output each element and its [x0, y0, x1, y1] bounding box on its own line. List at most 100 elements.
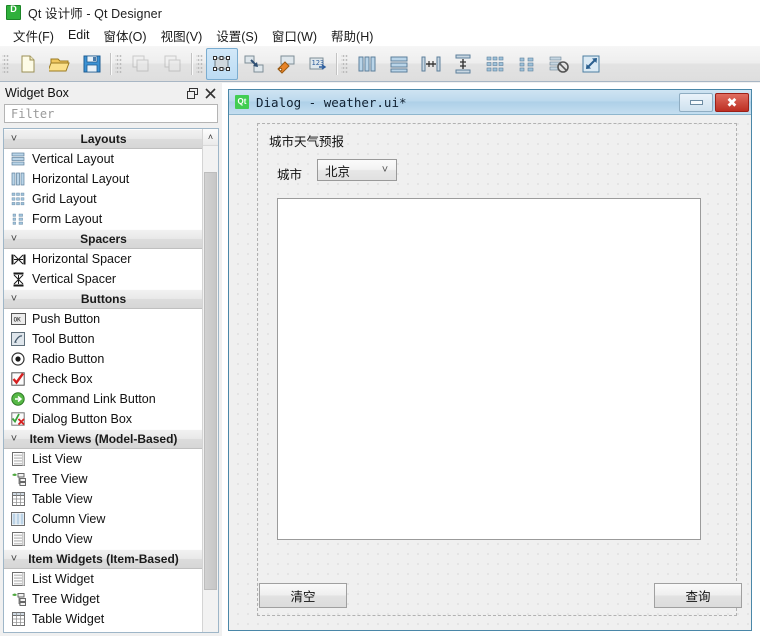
toolbar-grip[interactable]: [341, 52, 348, 75]
widget-item-list-widget[interactable]: List Widget: [4, 569, 203, 589]
copy-icon[interactable]: [125, 48, 157, 80]
widget-item-vertical-layout[interactable]: Vertical Layout: [4, 149, 203, 169]
scroll-up-icon[interactable]: ˄: [203, 129, 218, 146]
menubar: 文件(F) Edit 窗体(O) 视图(V) 设置(S) 窗口(W) 帮助(H): [0, 24, 760, 46]
vertical-spacer-icon: [8, 271, 28, 287]
layout-grid-icon[interactable]: [479, 48, 511, 80]
widget-item-table-widget[interactable]: Table Widget: [4, 609, 203, 629]
category-item-views[interactable]: ˅ Item Views (Model-Based): [4, 429, 203, 449]
menu-window[interactable]: 窗口(W): [265, 24, 324, 47]
category-layouts[interactable]: ˅ Layouts: [4, 129, 203, 149]
widget-item-tool-button[interactable]: Tool Button: [4, 329, 203, 349]
horizontal-layout-icon: [8, 171, 28, 187]
layout-vertical-icon[interactable]: [383, 48, 415, 80]
widget-item-list-view[interactable]: List View: [4, 449, 203, 469]
grid-layout-icon: [8, 191, 28, 207]
menu-file[interactable]: 文件(F): [6, 24, 61, 47]
city-combobox[interactable]: 北京 ˅: [317, 159, 397, 181]
widget-item-label: Radio Button: [32, 352, 105, 366]
city-label: 城市: [277, 168, 303, 182]
new-file-icon[interactable]: [12, 48, 44, 80]
tool-button-icon: [8, 331, 28, 347]
minimize-glyph: [689, 99, 703, 105]
widget-item-label: Tree Widget: [32, 592, 100, 606]
form-layout-icon: [8, 211, 28, 227]
layout-splitter-horizontal-icon[interactable]: [415, 48, 447, 80]
edit-buddies-icon[interactable]: [270, 48, 302, 80]
widget-item-command-link-button[interactable]: Command Link Button: [4, 389, 203, 409]
save-floppy-icon[interactable]: [76, 48, 108, 80]
widget-item-radio-button[interactable]: Radio Button: [4, 349, 203, 369]
filter-field-wrapper[interactable]: [4, 104, 218, 123]
query-button[interactable]: 查询: [654, 583, 742, 608]
widget-box-titlebar: Widget Box: [0, 83, 222, 103]
tree-widget-icon: [8, 591, 28, 607]
widget-item-label: Vertical Spacer: [32, 272, 117, 286]
menu-view[interactable]: 视图(V): [154, 24, 210, 47]
layout-horizontal-icon[interactable]: [351, 48, 383, 80]
push-button-icon: OK: [8, 311, 28, 327]
filter-input[interactable]: [9, 105, 213, 122]
chevron-down-icon: ˅: [10, 293, 18, 305]
layout-form-icon[interactable]: [511, 48, 543, 80]
svg-text:OK: OK: [13, 317, 21, 324]
widget-item-tree-widget[interactable]: Tree Widget: [4, 589, 203, 609]
widget-item-grid-layout[interactable]: Grid Layout: [4, 189, 203, 209]
category-label: Buttons: [80, 292, 127, 306]
edit-widgets-icon[interactable]: [206, 47, 238, 80]
category-buttons[interactable]: ˅ Buttons: [4, 289, 203, 309]
category-spacers[interactable]: ˅ Spacers: [4, 229, 203, 249]
open-folder-icon[interactable]: [44, 48, 76, 80]
category-item-widgets[interactable]: ˅ Item Widgets (Item-Based): [4, 549, 203, 569]
widget-item-form-layout[interactable]: Form Layout: [4, 209, 203, 229]
tree-view-icon: [8, 471, 28, 487]
check-box-icon: [8, 371, 28, 387]
edit-signals-slots-icon[interactable]: [238, 48, 270, 80]
close-icon[interactable]: ✖: [715, 92, 749, 112]
widget-item-label: Dialog Button Box: [32, 412, 133, 426]
edit-tab-order-icon[interactable]: 123: [302, 48, 334, 80]
chevron-down-icon: ˅: [10, 433, 18, 445]
widget-item-tree-view[interactable]: Tree View: [4, 469, 203, 489]
table-widget-icon: [8, 611, 28, 627]
float-icon[interactable]: [183, 85, 201, 101]
widget-item-push-button[interactable]: OK Push Button: [4, 309, 203, 329]
widget-item-label: Column View: [32, 512, 106, 526]
adjust-size-icon[interactable]: [575, 48, 607, 80]
minimize-icon[interactable]: [679, 92, 713, 112]
clear-button[interactable]: 清空: [259, 583, 347, 608]
menu-help[interactable]: 帮助(H): [324, 24, 380, 47]
paste-icon[interactable]: [157, 48, 189, 80]
form-body: 城市天气预报 城市 北京 ˅ 清空 查询: [229, 115, 751, 630]
layout-splitter-vertical-icon[interactable]: [447, 48, 479, 80]
widget-item-label: Form Layout: [32, 212, 103, 226]
widget-item-table-view[interactable]: Table View: [4, 489, 203, 509]
toolbar-grip[interactable]: [115, 52, 122, 75]
widget-item-undo-view[interactable]: Undo View: [4, 529, 203, 549]
menu-edit[interactable]: Edit: [61, 26, 97, 44]
horizontal-spacer-icon: [8, 251, 28, 267]
heading-label: 城市天气预报: [269, 135, 345, 149]
widget-item-label: Table Widget: [32, 612, 105, 626]
widget-item-vertical-spacer[interactable]: Vertical Spacer: [4, 269, 203, 289]
form-title: Dialog - weather.ui*: [256, 94, 407, 110]
scrollbar-thumb[interactable]: [204, 172, 217, 590]
widget-item-check-box[interactable]: Check Box: [4, 369, 203, 389]
command-link-button-icon: [8, 391, 28, 407]
widget-item-horizontal-layout[interactable]: Horizontal Layout: [4, 169, 203, 189]
form-editor-canvas: Dialog - weather.ui* ✖ 城市天气预报 城市 北京 ˅ 清空: [222, 83, 760, 636]
widget-item-column-view[interactable]: Column View: [4, 509, 203, 529]
chevron-down-icon: ˅: [381, 164, 389, 176]
menu-form[interactable]: 窗体(O): [97, 24, 154, 47]
close-icon[interactable]: [201, 85, 219, 101]
widget-item-dialog-button-box[interactable]: Dialog Button Box: [4, 409, 203, 429]
break-layout-icon[interactable]: [543, 48, 575, 80]
close-glyph: ✖: [726, 94, 738, 110]
widget-box-scrollbar[interactable]: ˄: [202, 129, 218, 632]
result-textedit[interactable]: [277, 198, 701, 540]
widget-item-horizontal-spacer[interactable]: Horizontal Spacer: [4, 249, 203, 269]
menu-settings[interactable]: 设置(S): [209, 24, 265, 47]
widget-item-label: Tool Button: [32, 332, 95, 346]
toolbar-grip[interactable]: [196, 52, 203, 75]
toolbar-grip[interactable]: [2, 52, 9, 75]
